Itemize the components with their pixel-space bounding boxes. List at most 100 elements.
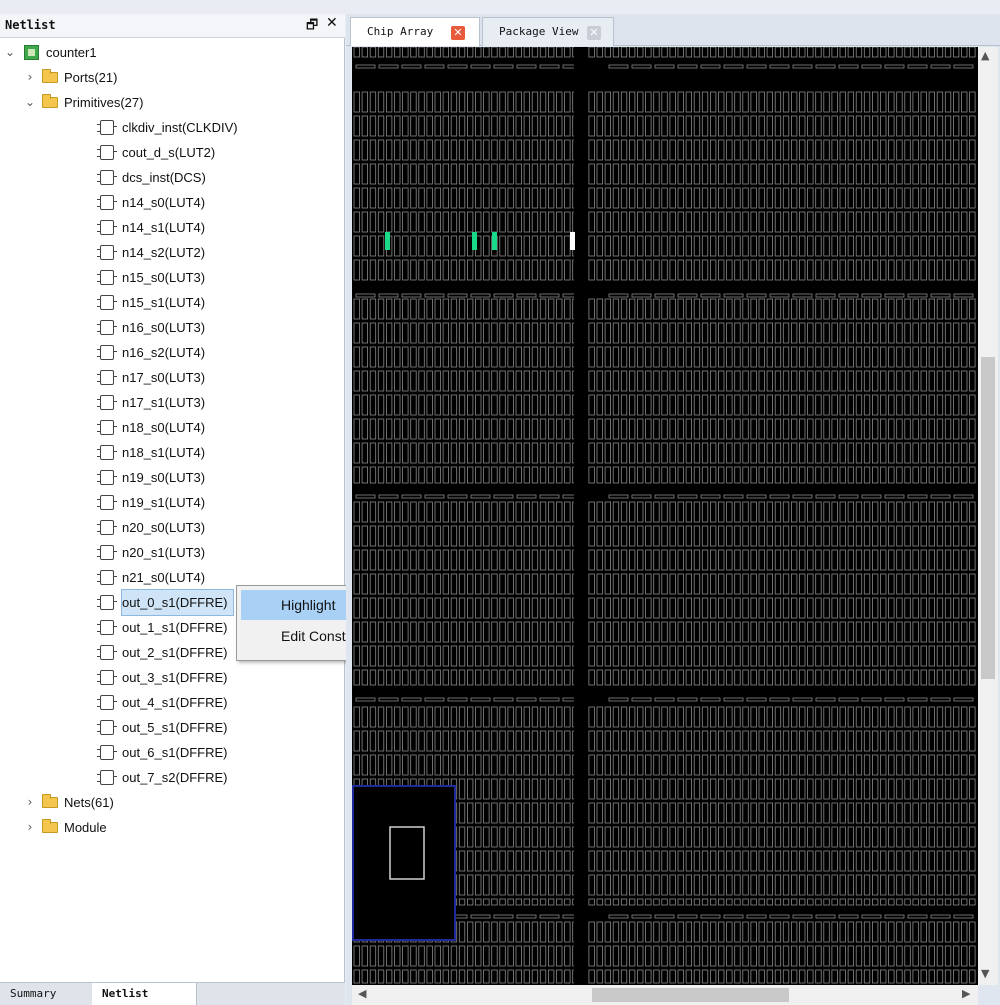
logic-cell[interactable] — [434, 115, 441, 137]
logic-cell[interactable] — [961, 573, 968, 595]
chevron-right-icon[interactable]: › — [24, 815, 36, 840]
logic-cell[interactable] — [920, 370, 927, 392]
logic-cell[interactable] — [475, 621, 482, 643]
logic-cell[interactable] — [888, 645, 895, 667]
tree-node-primitive[interactable]: n20_s0(LUT3) — [0, 515, 344, 540]
logic-cell[interactable] — [734, 418, 741, 440]
logic-cell[interactable] — [426, 235, 433, 257]
logic-cell[interactable] — [855, 370, 863, 392]
logic-cell[interactable] — [556, 621, 563, 643]
logic-cell[interactable] — [434, 669, 441, 686]
logic-cell[interactable] — [499, 645, 506, 667]
logic-cell[interactable] — [790, 754, 798, 776]
logic-cell[interactable] — [637, 850, 644, 872]
logic-cell[interactable] — [377, 549, 385, 571]
logic-cell[interactable] — [539, 115, 547, 137]
logic-cell[interactable] — [920, 549, 927, 571]
logic-cell[interactable] — [912, 187, 919, 209]
logic-cell[interactable] — [450, 669, 458, 686]
logic-cell[interactable] — [677, 394, 684, 416]
logic-cell[interactable] — [531, 322, 539, 344]
logic-cell[interactable] — [604, 945, 612, 967]
logic-cell[interactable] — [896, 322, 903, 344]
logic-cell[interactable] — [807, 187, 814, 209]
logic-cell[interactable] — [442, 298, 449, 320]
logic-cell[interactable] — [742, 211, 749, 233]
logic-cell[interactable] — [556, 466, 563, 484]
logic-cell[interactable] — [604, 259, 612, 281]
logic-cell[interactable] — [782, 874, 790, 896]
logic-cell[interactable] — [920, 139, 927, 161]
logic-cell[interactable] — [790, 549, 798, 571]
logic-cell[interactable] — [523, 778, 531, 800]
logic-cell[interactable] — [556, 394, 563, 416]
logic-cell[interactable] — [377, 597, 385, 619]
logic-cell[interactable] — [645, 370, 652, 392]
logic-cell[interactable] — [693, 549, 701, 571]
logic-cell[interactable] — [766, 525, 774, 547]
logic-cell[interactable] — [831, 501, 838, 523]
logic-cell[interactable] — [685, 621, 693, 643]
logic-cell[interactable] — [418, 418, 425, 440]
logic-cell[interactable] — [410, 706, 417, 728]
logic-cell[interactable] — [353, 418, 360, 440]
logic-cell[interactable] — [475, 163, 482, 185]
logic-cell[interactable] — [653, 346, 660, 368]
logic-cell[interactable] — [645, 394, 652, 416]
logic-cell[interactable] — [653, 259, 660, 281]
logic-cell[interactable] — [499, 298, 506, 320]
logic-cell[interactable] — [669, 921, 676, 943]
logic-cell[interactable] — [458, 394, 466, 416]
logic-cell[interactable] — [880, 945, 887, 967]
logic-cell[interactable] — [855, 969, 863, 984]
logic-cell[interactable] — [620, 394, 628, 416]
logic-cell[interactable] — [928, 826, 935, 848]
logic-cell[interactable] — [596, 139, 603, 161]
logic-cell[interactable] — [799, 187, 806, 209]
logic-cell[interactable] — [628, 706, 636, 728]
logic-cell[interactable] — [839, 370, 846, 392]
logic-cell[interactable] — [750, 91, 757, 113]
logic-cell[interactable] — [847, 259, 855, 281]
tab-chip-array[interactable]: Chip Array ✕ — [350, 17, 480, 46]
logic-cell[interactable] — [944, 549, 952, 571]
logic-cell[interactable] — [564, 549, 571, 571]
logic-cell[interactable] — [499, 573, 506, 595]
logic-cell[interactable] — [515, 525, 522, 547]
logic-cell[interactable] — [790, 597, 798, 619]
logic-cell[interactable] — [507, 525, 514, 547]
logic-cell[interactable] — [661, 418, 668, 440]
logic-cell[interactable] — [596, 187, 603, 209]
logic-cell[interactable] — [653, 778, 660, 800]
logic-cell[interactable] — [953, 466, 960, 484]
logic-cell[interactable] — [799, 706, 806, 728]
logic-cell[interactable] — [718, 466, 725, 484]
logic-cell[interactable] — [928, 211, 935, 233]
logic-cell[interactable] — [661, 802, 668, 824]
logic-cell[interactable] — [515, 47, 522, 58]
logic-cell[interactable] — [353, 621, 360, 643]
logic-cell[interactable] — [386, 187, 393, 209]
logic-cell[interactable] — [936, 525, 944, 547]
logic-cell[interactable] — [863, 370, 871, 392]
logic-cell[interactable] — [790, 669, 798, 686]
logic-cell[interactable] — [928, 322, 935, 344]
logic-cell[interactable] — [863, 442, 871, 464]
logic-cell[interactable] — [750, 921, 757, 943]
logic-cell[interactable] — [969, 826, 976, 848]
logic-cell[interactable] — [766, 235, 774, 257]
logic-cell[interactable] — [483, 754, 490, 776]
logic-cell[interactable] — [556, 850, 563, 872]
logic-cell[interactable] — [547, 211, 555, 233]
logic-cell[interactable] — [410, 573, 417, 595]
logic-cell[interactable] — [369, 945, 377, 967]
logic-cell[interactable] — [531, 235, 539, 257]
logic-cell[interactable] — [564, 778, 571, 800]
logic-cell[interactable] — [653, 187, 660, 209]
logic-cell[interactable] — [734, 597, 741, 619]
logic-cell[interactable] — [855, 235, 863, 257]
logic-cell[interactable] — [872, 669, 879, 686]
logic-cell[interactable] — [774, 163, 782, 185]
logic-cell[interactable] — [774, 370, 782, 392]
logic-cell[interactable] — [726, 211, 733, 233]
